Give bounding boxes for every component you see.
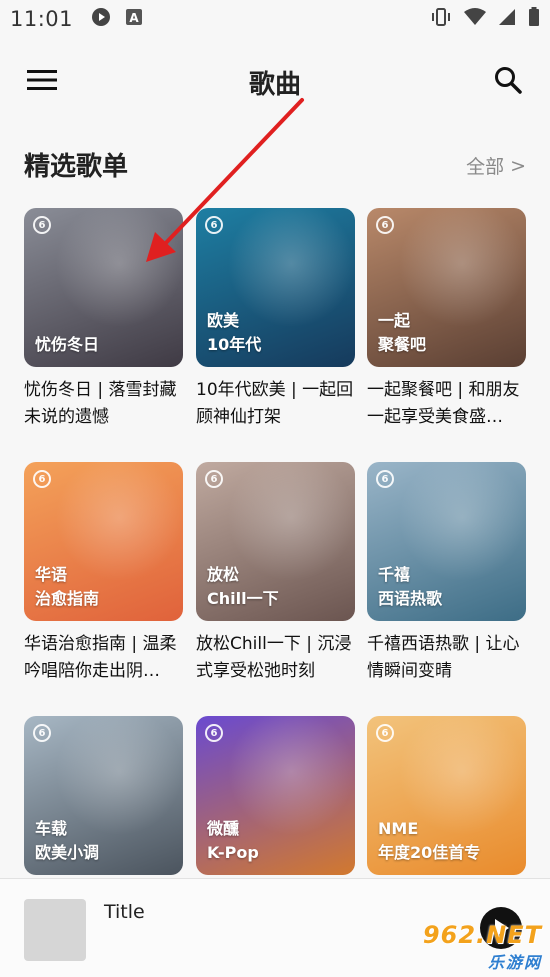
cover-line-2: Chill一下 bbox=[207, 589, 279, 608]
netease-logo-icon: 6 bbox=[376, 724, 394, 742]
a-badge-icon: A bbox=[125, 8, 143, 30]
cover-line-1: NME bbox=[378, 819, 419, 838]
signal-icon bbox=[498, 8, 516, 30]
cover-caption: 华语 治愈指南 bbox=[35, 563, 99, 611]
netease-logo-icon: 6 bbox=[205, 470, 223, 488]
cover-caption: 欧美 10年代 bbox=[207, 309, 261, 357]
see-all-link[interactable]: 全部 > bbox=[466, 152, 526, 179]
search-icon bbox=[495, 67, 522, 94]
playlist-card[interactable]: 6 一起 聚餐吧 一起聚餐吧 | 和朋友一起享受美食盛… bbox=[367, 208, 526, 431]
cover-caption: 车载 欧美小调 bbox=[35, 817, 99, 865]
cover-line-2: 聚餐吧 bbox=[378, 335, 427, 354]
netease-logo-icon: 6 bbox=[33, 216, 51, 234]
cover-caption: 忧伤冬日 bbox=[35, 333, 99, 357]
playlist-description[interactable]: 10年代欧美 | 一起回顾神仙打架 bbox=[196, 377, 355, 431]
status-time: 11:01 bbox=[10, 7, 74, 31]
wifi-icon bbox=[464, 8, 486, 30]
playlist-card[interactable]: 6 千禧 西语热歌 千禧西语热歌 | 让心情瞬间变晴 bbox=[367, 462, 526, 685]
playlist-card[interactable]: 6 忧伤冬日 忧伤冬日 | 落雪封藏未说的遗憾 bbox=[24, 208, 183, 431]
cover-line-1: 忧伤冬日 bbox=[35, 335, 100, 354]
cover-caption: 千禧 西语热歌 bbox=[378, 563, 442, 611]
cover-line-1: 欧美 bbox=[207, 311, 240, 330]
see-all-label: 全部 bbox=[466, 156, 505, 178]
mini-player[interactable]: Title 962.NET 乐游网 bbox=[0, 878, 550, 977]
playlist-description[interactable]: 忧伤冬日 | 落雪封藏未说的遗憾 bbox=[24, 377, 183, 431]
playlist-card[interactable]: 6 欧美 10年代 10年代欧美 | 一起回顾神仙打架 bbox=[196, 208, 355, 431]
cover-line-1: 车载 bbox=[35, 819, 68, 838]
watermark-bottom: 乐游网 bbox=[487, 953, 542, 972]
playlist-card[interactable]: 6 NME 年度20佳首专 bbox=[367, 716, 526, 875]
playlist-card[interactable]: 6 华语 治愈指南 华语治愈指南 | 温柔吟唱陪你走出阴… bbox=[24, 462, 183, 685]
cover-line-2: 欧美小调 bbox=[35, 843, 100, 862]
cover-caption: 微醺 K-Pop bbox=[207, 817, 259, 865]
vibrate-icon bbox=[430, 7, 452, 31]
playlist-description[interactable]: 华语治愈指南 | 温柔吟唱陪你走出阴… bbox=[24, 631, 183, 685]
watermark-top: 962.NET bbox=[422, 921, 542, 949]
cover-line-1: 华语 bbox=[35, 565, 68, 584]
cover-line-2: 治愈指南 bbox=[35, 589, 100, 608]
section-header: 精选歌单 全部 > bbox=[24, 142, 526, 190]
mini-player-artwork[interactable] bbox=[24, 899, 86, 961]
netease-logo-icon: 6 bbox=[33, 470, 51, 488]
netease-logo-icon: 6 bbox=[33, 724, 51, 742]
cover-caption: 一起 聚餐吧 bbox=[378, 309, 426, 357]
play-circle-icon bbox=[91, 7, 111, 31]
cover-line-1: 一起 bbox=[378, 311, 411, 330]
playlist-description[interactable]: 一起聚餐吧 | 和朋友一起享受美食盛… bbox=[367, 377, 526, 431]
netease-logo-icon: 6 bbox=[376, 216, 394, 234]
playlist-card[interactable]: 6 放松 Chill一下 放松Chill一下 | 沉浸式享受松弛时刻 bbox=[196, 462, 355, 685]
playlist-cover[interactable]: 6 放松 Chill一下 bbox=[196, 462, 355, 621]
section-title: 精选歌单 bbox=[24, 152, 129, 182]
netease-logo-icon: 6 bbox=[205, 724, 223, 742]
chevron-right-icon: > bbox=[510, 154, 526, 177]
cover-line-2: 年度20佳首专 bbox=[378, 843, 481, 862]
status-bar: 11:01 A bbox=[0, 0, 550, 38]
playlist-cover[interactable]: 6 一起 聚餐吧 bbox=[367, 208, 526, 367]
playlist-cover[interactable]: 6 千禧 西语热歌 bbox=[367, 462, 526, 621]
playlist-card[interactable]: 6 微醺 K-Pop bbox=[196, 716, 355, 875]
playlist-cover[interactable]: 6 NME 年度20佳首专 bbox=[367, 716, 526, 875]
watermark-logo: 962.NET 乐游网 bbox=[423, 921, 542, 973]
playlist-card[interactable]: 6 车载 欧美小调 bbox=[24, 716, 183, 875]
playlist-cover[interactable]: 6 微醺 K-Pop bbox=[196, 716, 355, 875]
cover-caption: NME 年度20佳首专 bbox=[378, 817, 480, 865]
playlist-cover[interactable]: 6 车载 欧美小调 bbox=[24, 716, 183, 875]
playlist-description[interactable]: 千禧西语热歌 | 让心情瞬间变晴 bbox=[367, 631, 526, 685]
cover-line-2: 10年代 bbox=[207, 335, 262, 354]
app-bar: 歌曲 bbox=[0, 50, 550, 110]
cover-line-2: K-Pop bbox=[207, 843, 259, 862]
cover-caption: 放松 Chill一下 bbox=[207, 563, 279, 611]
cover-line-1: 放松 bbox=[207, 565, 240, 584]
playlist-description[interactable]: 放松Chill一下 | 沉浸式享受松弛时刻 bbox=[196, 631, 355, 685]
netease-logo-icon: 6 bbox=[205, 216, 223, 234]
cover-line-2: 西语热歌 bbox=[378, 589, 443, 608]
cover-line-1: 千禧 bbox=[378, 565, 411, 584]
cover-line-1: 微醺 bbox=[207, 819, 240, 838]
svg-text:A: A bbox=[129, 11, 139, 25]
netease-logo-icon: 6 bbox=[376, 470, 394, 488]
search-button[interactable] bbox=[488, 60, 528, 100]
playlist-cover[interactable]: 6 忧伤冬日 bbox=[24, 208, 183, 367]
playlist-cover[interactable]: 6 欧美 10年代 bbox=[196, 208, 355, 367]
battery-icon bbox=[528, 7, 540, 31]
page-title: 歌曲 bbox=[248, 70, 301, 100]
mini-player-title[interactable]: Title bbox=[104, 901, 145, 923]
playlist-cover[interactable]: 6 华语 治愈指南 bbox=[24, 462, 183, 621]
